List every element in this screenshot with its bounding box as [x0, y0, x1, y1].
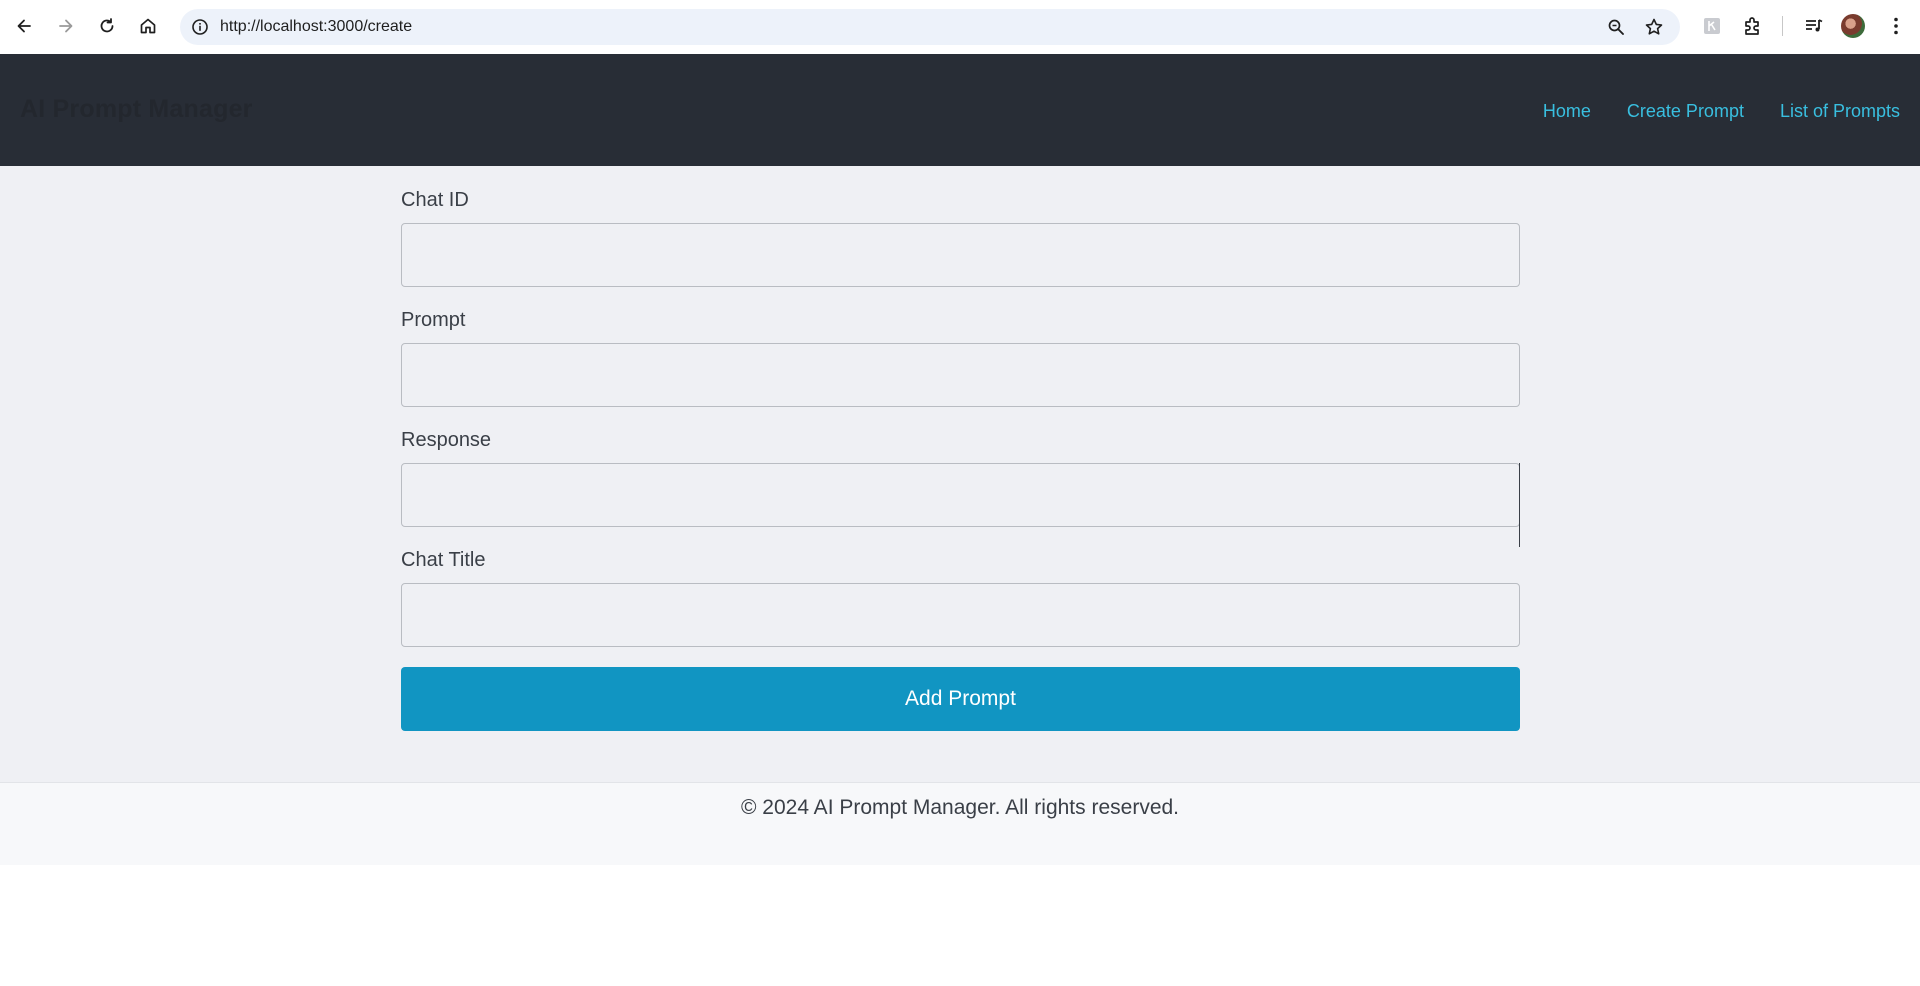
extensions-menu-button[interactable] — [1739, 12, 1767, 40]
media-control-button[interactable] — [1800, 12, 1828, 40]
forward-button[interactable] — [50, 10, 82, 42]
chat-id-input[interactable] — [401, 223, 1520, 287]
back-button[interactable] — [8, 10, 40, 42]
zoom-button[interactable] — [1604, 15, 1628, 39]
kebab-menu-icon — [1894, 17, 1898, 35]
reload-icon — [100, 18, 114, 33]
browser-toolbar: http://localhost:3000/create — [0, 0, 1920, 54]
prompt-label: Prompt — [401, 309, 466, 331]
address-bar[interactable]: http://localhost:3000/create — [180, 9, 1680, 45]
home-icon — [140, 18, 156, 34]
page-footer: © 2024 AI Prompt Manager. All rights res… — [0, 782, 1920, 865]
url-text[interactable]: http://localhost:3000/create — [220, 18, 412, 36]
avatar-icon[interactable] — [1841, 14, 1865, 38]
response-resize-handle[interactable] — [1519, 463, 1520, 547]
nav-link-create-prompt[interactable]: Create Prompt — [1627, 101, 1744, 122]
extension-button[interactable] — [1698, 12, 1726, 40]
main-content: Chat ID Prompt Response Chat Title Add P… — [0, 166, 1920, 782]
nav-links: Home Create Prompt List of Prompts — [1543, 101, 1900, 122]
extension-icon — [1704, 18, 1720, 34]
media-control-icon — [1806, 19, 1823, 32]
nav-link-list-of-prompts[interactable]: List of Prompts — [1780, 101, 1900, 122]
star-icon — [1645, 18, 1663, 35]
brand-title[interactable]: AI Prompt Manager — [20, 95, 253, 124]
footer-copyright: © 2024 AI Prompt Manager. All rights res… — [740, 796, 1180, 819]
info-icon — [192, 19, 208, 35]
toolbar-divider — [1782, 16, 1783, 36]
app-navbar: AI Prompt Manager Home Create Prompt Lis… — [0, 54, 1920, 166]
reload-button[interactable] — [91, 10, 123, 42]
chat-id-label: Chat ID — [401, 189, 469, 211]
chat-title-input[interactable] — [401, 583, 1520, 647]
arrow-left-icon — [17, 19, 31, 33]
bookmark-button[interactable] — [1642, 15, 1666, 39]
site-info-button[interactable] — [186, 13, 214, 41]
puzzle-icon — [1745, 17, 1759, 35]
add-prompt-button[interactable]: Add Prompt — [401, 667, 1520, 731]
arrow-right-icon — [59, 19, 73, 33]
response-textarea[interactable] — [401, 463, 1520, 527]
home-button[interactable] — [132, 10, 164, 42]
chat-title-label: Chat Title — [401, 549, 486, 571]
chrome-menu-button[interactable] — [1882, 12, 1910, 40]
nav-link-home[interactable]: Home — [1543, 101, 1591, 122]
prompt-input[interactable] — [401, 343, 1520, 407]
response-label: Response — [401, 429, 492, 451]
zoom-icon — [1608, 19, 1624, 35]
